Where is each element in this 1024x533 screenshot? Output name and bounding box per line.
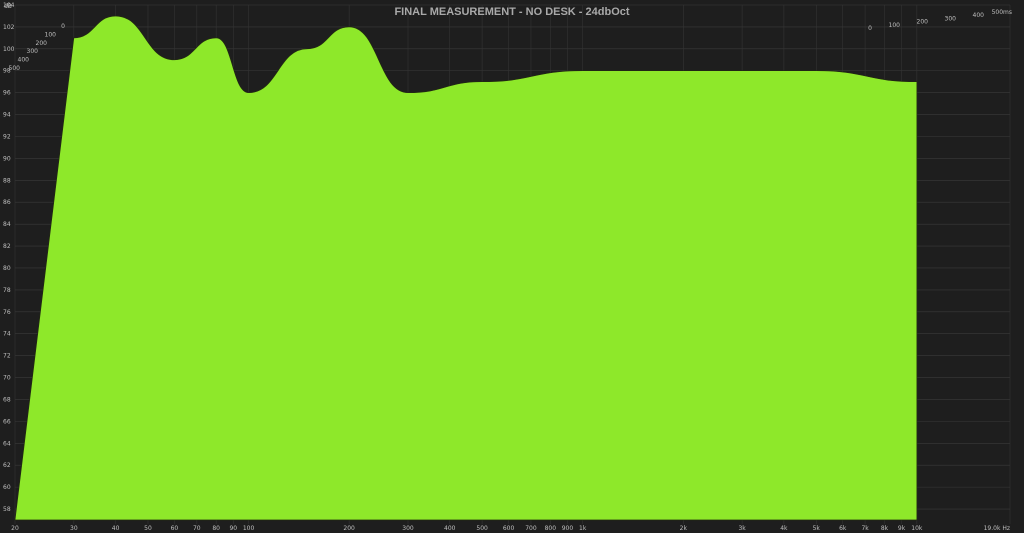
x-tick-label: 500 [476,525,488,532]
x-tick-label: 30 [70,525,78,532]
y-tick-label: 62 [3,462,11,469]
y-unit-label: dB [4,3,12,10]
x-tick-label: 1k [579,525,587,532]
x-tick-label: 100 [243,525,255,532]
x-tick-label: 300 [402,525,414,532]
x-tick-label: 20 [11,525,19,532]
y-tick-label: 92 [3,133,11,140]
x-tick-label: 70 [193,525,201,532]
y-tick-label: 82 [3,243,11,250]
x-tick-label: 40 [112,525,120,532]
y-tick-label: 84 [3,221,11,228]
y-tick-label: 76 [3,309,11,316]
x-tick-label: 4k [780,525,788,532]
y-tick-label: 90 [3,155,11,162]
z-tick-label-right: 400 [973,12,985,19]
y-tick-label: 66 [3,418,11,425]
x-tick-label: 5k [813,525,821,532]
y-tick-label: 68 [3,396,11,403]
x-tick-label: 90 [229,525,237,532]
z-tick-label-left: 300 [27,48,39,55]
x-tick-label: 19.0k Hz [984,525,1010,532]
y-tick-label: 88 [3,177,11,184]
waterfall-chart: 58 60 62 64 66 68 70 72 74 76 78 80 82 84 86 88 90 92 94 96… [0,0,1024,533]
z-tick-label-right: 0 [868,25,872,32]
z-tick-label-right: 500ms [992,9,1012,16]
x-tick-label: 600 [503,525,515,532]
y-tick-label: 78 [3,287,11,294]
y-tick-label: 60 [3,484,11,491]
y-tick-label: 80 [3,265,11,272]
y-tick-label: 100 [3,46,15,53]
z-tick-label-left: 0 [61,23,65,30]
z-tick-label-right: 200 [917,19,929,26]
x-tick-label: 80 [212,525,220,532]
y-tick-label: 102 [3,24,15,31]
z-tick-label-right: 300 [945,15,957,22]
x-tick-label: 900 [562,525,574,532]
waterfall-slices [14,15,918,521]
y-tick-label: 74 [3,331,11,338]
x-tick-label: 400 [444,525,456,532]
y-tick-label: 58 [3,506,11,513]
z-tick-label-left: 500 [9,65,21,72]
z-tick-label-right: 100 [889,22,901,29]
y-tick-label: 72 [3,353,11,360]
x-tick-label: 2k [680,525,688,532]
y-tick-label: 86 [3,199,11,206]
z-tick-label-left: 400 [18,57,30,64]
y-tick-label: 96 [3,90,11,97]
x-tick-label: 10k [911,525,923,532]
x-tick-label: 9k [898,525,906,532]
x-tick-label: 800 [545,525,557,532]
x-tick-label: 60 [171,525,179,532]
chart-title: FINAL MEASUREMENT - NO DESK - 24dbOct [394,6,629,18]
x-tick-label: 8k [881,525,889,532]
z-tick-label-left: 200 [36,40,48,47]
x-tick-label: 200 [343,525,355,532]
x-tick-label: 700 [525,525,537,532]
x-tick-label: 3k [738,525,746,532]
x-tick-label: 7k [861,525,869,532]
x-tick-label: 50 [144,525,152,532]
waterfall-slice [14,15,918,521]
y-tick-label: 70 [3,375,11,382]
y-tick-label: 94 [3,112,11,119]
z-tick-label-left: 100 [45,31,57,38]
x-tick-label: 6k [839,525,847,532]
y-tick-label: 64 [3,440,11,447]
